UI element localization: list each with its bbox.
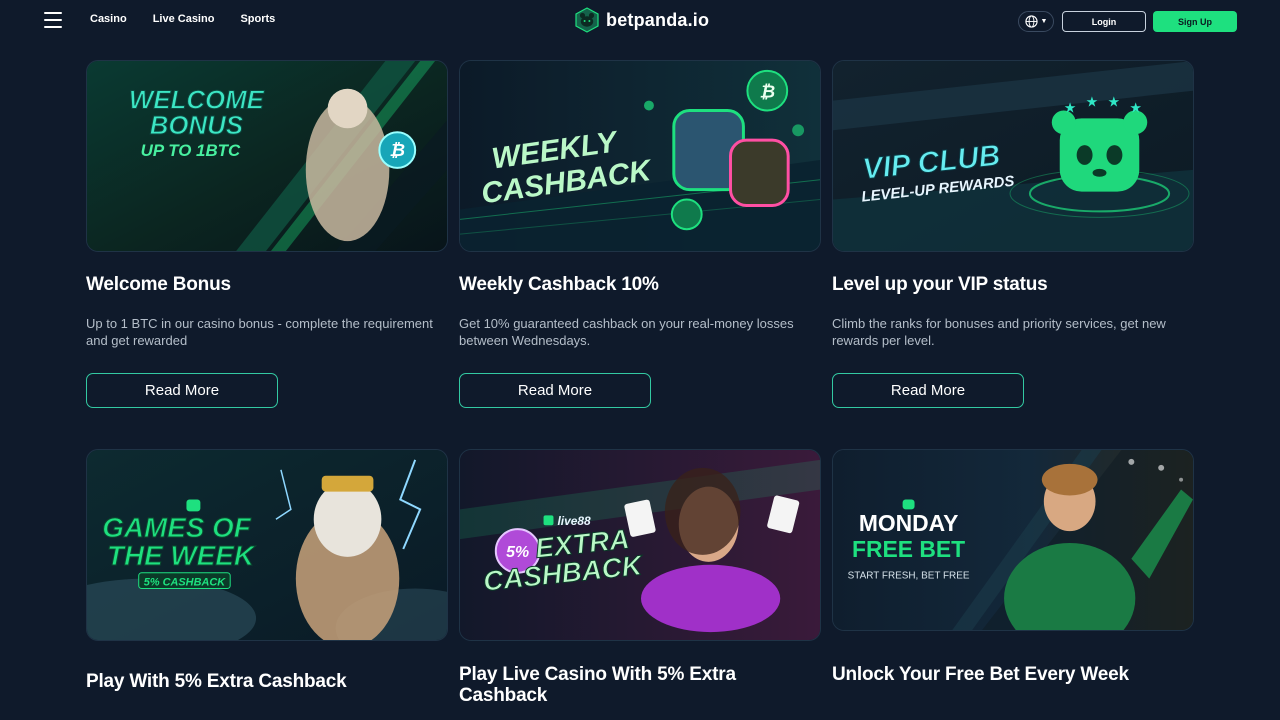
monday-free-bet-banner[interactable]: MONDAY FREE BET START FRESH, BET FREE [832,449,1194,631]
svg-text:★: ★ [1064,99,1076,115]
svg-text:★: ★ [1086,94,1098,110]
promo-card-weekly-cashback: ₿ WEEKLY CASHBACK Weekly Cashback 10% Ge… [459,60,821,408]
svg-text:★: ★ [1129,99,1141,115]
card-description: Get 10% guaranteed cashback on your real… [459,316,794,348]
promo-card-games-of-week: GAMES OF THE WEEK 5% CASHBACK Play With … [86,449,448,709]
card-title: Unlock Your Free Bet Every Week [832,664,1129,685]
banner-line: THE WEEK [107,540,256,571]
nav-sports[interactable]: Sports [240,13,275,25]
main-nav: Casino Live Casino Sports [90,13,275,25]
promo-card-live-casino-cashback: 5% live88 EXTRA CASHBACK Play Live Casin… [459,449,821,709]
card-title: Weekly Cashback 10% [459,274,659,295]
promo-card-welcome-bonus: ₿ WELCOME BONUS UP TO 1BTC Welcome Bonus… [86,60,448,408]
svg-text:₿: ₿ [759,82,775,102]
read-more-button[interactable]: Read More [832,373,1024,408]
promo-card-vip-status: ★ ★ ★ ★ VIP CLUB LEVEL-UP REWARDS Level … [832,60,1194,408]
svg-text:₿: ₿ [389,140,405,160]
vip-club-banner[interactable]: ★ ★ ★ ★ VIP CLUB LEVEL-UP REWARDS [832,60,1194,252]
card-title: Welcome Bonus [86,274,231,295]
chevron-down-icon: ▼ [1040,18,1048,25]
card-title: Level up your VIP status [832,274,1048,295]
weekly-cashback-banner[interactable]: ₿ WEEKLY CASHBACK [459,60,821,252]
banner-line: WELCOME [129,87,265,115]
card-description: Climb the ranks for bonuses and priority… [832,316,1166,348]
banner-line: GAMES OF [102,512,251,543]
card-title: Play With 5% Extra Cashback [86,671,347,692]
banner-line: 5% [506,544,529,561]
nav-live-casino[interactable]: Live Casino [153,13,215,25]
banner-line: START FRESH, BET FREE [848,571,970,582]
language-selector[interactable]: ▼ [1018,11,1054,32]
banner-line: FREE BET [852,536,965,562]
logo-text: betpanda.io [606,9,710,30]
panda-logo-icon [575,7,599,33]
banner-line: BONUS [150,112,243,140]
banner-line: UP TO 1BTC [141,141,241,160]
banner-line: MONDAY [859,510,959,536]
welcome-bonus-banner[interactable]: ₿ WELCOME BONUS UP TO 1BTC [86,60,448,252]
games-of-week-banner[interactable]: GAMES OF THE WEEK 5% CASHBACK [86,449,448,641]
svg-text:★: ★ [1107,94,1119,110]
hamburger-menu-icon[interactable] [44,12,62,28]
live-casino-cashback-banner[interactable]: 5% live88 EXTRA CASHBACK [459,449,821,641]
banner-line: live88 [557,514,591,528]
login-button[interactable]: Login [1062,11,1146,32]
promo-card-monday-free-bet: MONDAY FREE BET START FRESH, BET FREE Un… [832,449,1194,709]
read-more-button[interactable]: Read More [459,373,651,408]
nav-casino[interactable]: Casino [90,13,127,25]
globe-icon [1024,15,1038,28]
signup-button[interactable]: Sign Up [1153,11,1237,32]
site-logo[interactable]: betpanda.io [574,7,709,33]
top-header: Casino Live Casino Sports betpanda.io ▼ … [0,0,1280,42]
card-title: Play Live Casino With 5% Extra Cashback [459,664,736,706]
banner-line: 5% CASHBACK [144,577,227,589]
card-description: Up to 1 BTC in our casino bonus - comple… [86,316,433,348]
read-more-button[interactable]: Read More [86,373,278,408]
